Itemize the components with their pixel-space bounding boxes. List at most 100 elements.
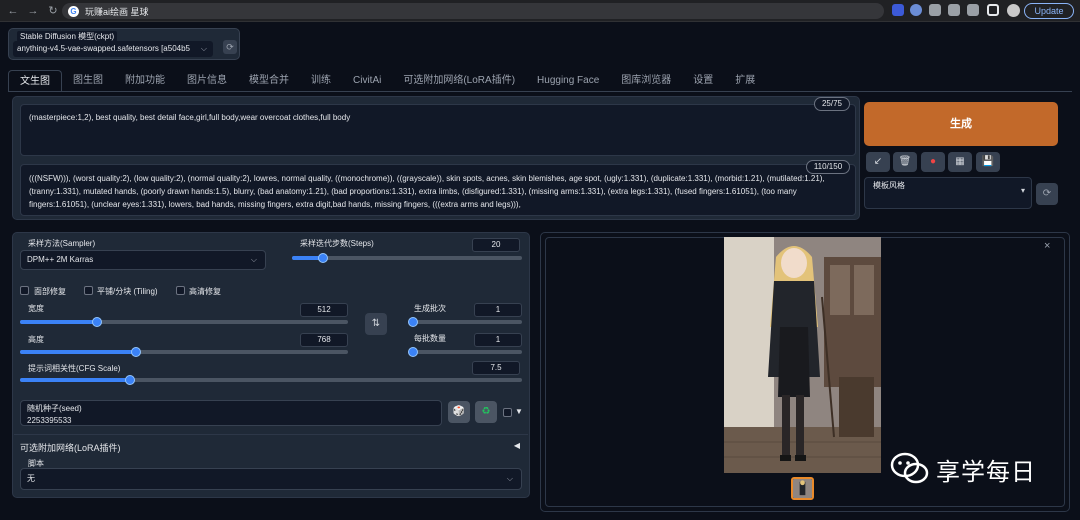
- negative-token-counter: 110/150: [806, 160, 850, 174]
- side-panel-icon[interactable]: [987, 4, 999, 16]
- swap-dimensions-button[interactable]: ⇅: [365, 313, 387, 335]
- thumbnail[interactable]: [791, 477, 814, 500]
- seed-value: 2253395533: [27, 416, 72, 425]
- collapse-icon: ◀: [513, 441, 520, 450]
- height-slider-fill: [20, 350, 136, 354]
- width-label: 宽度: [28, 304, 44, 313]
- tiling-checkbox[interactable]: [84, 286, 93, 295]
- height-slider[interactable]: [20, 347, 348, 357]
- chevron-down-icon: ⌵: [250, 255, 257, 264]
- tiling-label: 平铺/分块 (Tiling): [97, 287, 158, 296]
- address-bar[interactable]: G 玩赚ai绘画 星球: [62, 3, 884, 19]
- main-tabs: 文生图 图生图 附加功能 图片信息 模型合并 训练 CivitAi 可选附加网络…: [8, 70, 766, 92]
- batch-size-label: 每批数量: [414, 334, 446, 343]
- record-icon[interactable]: ●: [921, 152, 945, 172]
- generated-image[interactable]: [724, 237, 881, 473]
- model-value: anything-v4.5-vae-swapped.safetensors [a…: [17, 44, 190, 53]
- tab-img2img[interactable]: 图生图: [62, 70, 114, 92]
- update-button[interactable]: Update: [1024, 3, 1074, 19]
- tab-hugging-face[interactable]: Hugging Face: [526, 70, 610, 92]
- close-icon[interactable]: ×: [1044, 240, 1050, 252]
- cfg-slider-handle[interactable]: [125, 375, 135, 385]
- height-input[interactable]: 768: [300, 333, 348, 347]
- width-slider-handle[interactable]: [92, 317, 102, 327]
- style-label: 模板风格: [873, 181, 905, 190]
- steps-input[interactable]: 20: [472, 238, 520, 252]
- positive-token-counter: 25/75: [814, 97, 850, 111]
- dice-icon[interactable]: 🎲: [448, 401, 470, 423]
- generate-button[interactable]: 生成: [864, 102, 1058, 146]
- caret-down-icon[interactable]: ▼: [515, 407, 523, 416]
- menu-list-icon[interactable]: [967, 4, 979, 16]
- tab-civitai[interactable]: CivitAi: [342, 70, 392, 92]
- model-dropdown[interactable]: anything-v4.5-vae-swapped.safetensors [a…: [13, 41, 213, 57]
- batch-size-slider-handle[interactable]: [408, 347, 418, 357]
- google-icon: G: [68, 5, 79, 17]
- extra-seed-checkbox[interactable]: [503, 408, 512, 417]
- tab-merge[interactable]: 模型合并: [238, 70, 300, 92]
- width-slider[interactable]: [20, 317, 348, 327]
- seed-input[interactable]: 随机种子(seed) 2253395533: [20, 400, 442, 426]
- extension-camera-icon[interactable]: [929, 4, 941, 16]
- refresh-icon[interactable]: ⟳: [223, 40, 237, 54]
- recycle-icon[interactable]: ♻: [475, 401, 497, 423]
- lora-accordion[interactable]: 可选附加网络(LoRA插件) ◀: [14, 434, 528, 456]
- refresh-icon[interactable]: ⟳: [1036, 183, 1058, 205]
- wechat-icon: [890, 452, 929, 484]
- script-dropdown[interactable]: 无 ⌵: [20, 468, 522, 490]
- tab-txt2img[interactable]: 文生图: [8, 70, 62, 92]
- avatar[interactable]: [1007, 4, 1020, 17]
- extension-translate-icon[interactable]: [892, 4, 904, 16]
- negative-prompt-input[interactable]: (((NSFW))), (worst quality:2), (low qual…: [20, 164, 856, 216]
- sampler-value: DPM++ 2M Karras: [27, 255, 94, 264]
- extension-puzzle-icon[interactable]: [948, 4, 960, 16]
- batch-count-slider-handle[interactable]: [408, 317, 418, 327]
- width-slider-fill: [20, 320, 97, 324]
- watermark-text: 享学每日: [936, 457, 1036, 486]
- cfg-slider[interactable]: [20, 375, 522, 385]
- hires-fix-label: 高清修复: [189, 287, 221, 296]
- tab-gallery[interactable]: 图库浏览器: [610, 70, 682, 92]
- back-icon[interactable]: ←: [6, 4, 20, 18]
- steps-slider[interactable]: [292, 253, 522, 263]
- forward-icon[interactable]: →: [26, 4, 40, 18]
- batch-size-slider[interactable]: [408, 347, 522, 357]
- hires-fix-checkbox[interactable]: [176, 286, 185, 295]
- script-value: 无: [27, 474, 35, 483]
- watermark: 享学每日: [890, 451, 1036, 487]
- tab-extras[interactable]: 附加功能: [114, 70, 176, 92]
- tab-settings[interactable]: 设置: [682, 70, 724, 92]
- reload-icon[interactable]: ↻: [46, 4, 60, 18]
- clipboard-icon[interactable]: ▦: [948, 152, 972, 172]
- batch-size-input[interactable]: 1: [474, 333, 522, 347]
- lora-accordion-label: 可选附加网络(LoRA插件): [20, 443, 121, 453]
- style-selector[interactable]: 模板风格 ▾: [864, 177, 1032, 209]
- face-fix-checkbox[interactable]: [20, 286, 29, 295]
- positive-prompt-text: (masterpiece:1,2), best quality, best de…: [29, 113, 351, 122]
- height-slider-handle[interactable]: [131, 347, 141, 357]
- chevron-down-icon: ⌵: [200, 44, 207, 53]
- cfg-slider-fill: [20, 378, 130, 382]
- seed-label: 随机种子(seed): [27, 404, 82, 413]
- tab-train[interactable]: 训练: [300, 70, 342, 92]
- chevron-down-icon: ⌵: [506, 474, 513, 483]
- trash-icon[interactable]: 🗑: [893, 152, 917, 172]
- positive-prompt-input[interactable]: (masterpiece:1,2), best quality, best de…: [20, 104, 856, 156]
- negative-prompt-text: (((NSFW))), (worst quality:2), (low qual…: [29, 174, 825, 209]
- tab-png-info[interactable]: 图片信息: [176, 70, 238, 92]
- cfg-label: 提示词相关性(CFG Scale): [28, 364, 121, 373]
- paste-icon[interactable]: ↙: [866, 152, 890, 172]
- thumbnail-image: [793, 479, 812, 498]
- batch-count-slider[interactable]: [408, 317, 522, 327]
- sampler-dropdown[interactable]: DPM++ 2M Karras ⌵: [20, 250, 266, 270]
- tab-divider: [8, 91, 1072, 92]
- cfg-input[interactable]: 7.5: [472, 361, 520, 375]
- width-input[interactable]: 512: [300, 303, 348, 317]
- tab-extensions[interactable]: 扩展: [724, 70, 766, 92]
- save-style-icon[interactable]: 💾: [976, 152, 1000, 172]
- address-text: 玩赚ai绘画 星球: [85, 6, 149, 17]
- steps-slider-handle[interactable]: [318, 253, 328, 263]
- batch-count-input[interactable]: 1: [474, 303, 522, 317]
- tab-lora[interactable]: 可选附加网络(LoRA插件): [392, 70, 526, 92]
- extension-check-icon[interactable]: [910, 4, 922, 16]
